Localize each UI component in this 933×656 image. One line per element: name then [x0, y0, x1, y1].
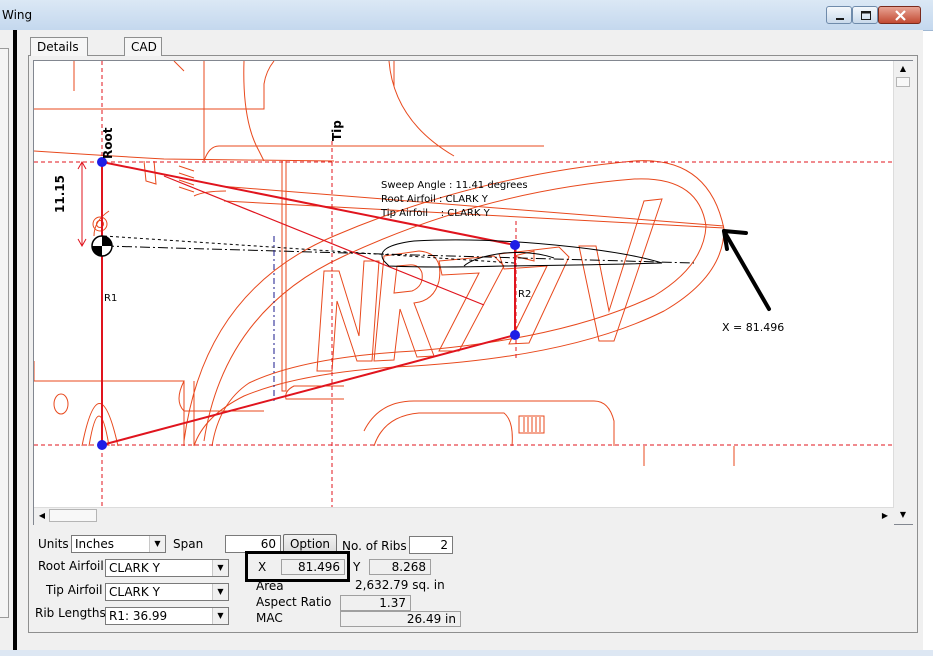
cad-canvas[interactable]: Root Tip 11.15 R1 R2 Sweep Angle : 11.41… — [34, 61, 892, 507]
tab-details[interactable]: Details — [30, 37, 88, 56]
scroll-down-arrow[interactable]: ▼ — [895, 507, 911, 523]
rib-point-tip-te[interactable] — [510, 330, 520, 340]
y-label: Y — [353, 560, 361, 574]
tip-airfoil-value: CLARK Y — [109, 585, 160, 599]
rib2-label: R2 — [518, 289, 531, 300]
rib-lengths-select[interactable]: R1: 36.99 ▼ — [105, 607, 229, 625]
minimize-icon — [836, 18, 844, 20]
root-airfoil-value: CLARK Y — [109, 561, 160, 575]
root-chord-dim-label: 11.15 — [53, 175, 67, 213]
vertical-scroll-thumb[interactable] — [896, 77, 910, 87]
root-label: Root — [101, 127, 115, 159]
y-value-field: 8.268 — [369, 559, 431, 575]
aspect-ratio-value: 1.37 — [340, 595, 411, 611]
airfoil-profile — [381, 239, 663, 268]
close-button[interactable] — [878, 6, 921, 24]
info-sweep: Sweep Angle : 11.41 degrees — [381, 180, 528, 191]
chevron-down-icon[interactable]: ▼ — [212, 584, 228, 600]
x-value-highlight — [245, 551, 350, 582]
x-annotation-arrow — [722, 229, 771, 311]
rib-lengths-label: Rib Lengths — [35, 606, 106, 620]
close-icon — [895, 10, 906, 21]
scroll-up-arrow[interactable]: ▲ — [895, 61, 911, 77]
rib-lengths-value: R1: 36.99 — [109, 609, 168, 623]
root-airfoil-select[interactable]: CLARK Y ▼ — [105, 559, 229, 577]
minimize-button[interactable] — [826, 6, 852, 24]
window-bottom-edge — [0, 650, 933, 656]
scroll-right-arrow[interactable]: ▶ — [877, 508, 893, 524]
title-bar — [0, 0, 933, 31]
units-label: Units — [38, 537, 69, 551]
horizontal-scrollbar[interactable]: ◀ ▶ — [34, 507, 894, 525]
ribs-label: No. of Ribs — [342, 539, 407, 553]
rib-point-root-te[interactable] — [97, 440, 107, 450]
info-root-airfoil: Root Airfoil : CLARK Y — [381, 194, 489, 205]
units-value: Inches — [75, 537, 114, 551]
tip-airfoil-label: Tip Airfoil — [46, 583, 103, 597]
chevron-down-icon[interactable]: ▼ — [212, 560, 228, 576]
chord-centerline — [103, 245, 695, 264]
tip-airfoil-select[interactable]: CLARK Y ▼ — [105, 583, 229, 601]
info-tip-airfoil: Tip Airfoil : CLARK Y — [380, 208, 491, 219]
root-airfoil-label: Root Airfoil — [38, 559, 104, 573]
mac-label: MAC — [256, 611, 283, 625]
cg-marker — [91, 235, 113, 257]
root-chord-dimension — [77, 160, 87, 248]
aspect-ratio-label: Aspect Ratio — [256, 595, 332, 609]
x-annotation-label: X = 81.496 — [722, 321, 784, 334]
maximize-button[interactable] — [852, 6, 878, 24]
left-pane-frame — [0, 48, 9, 618]
scroll-left-arrow[interactable]: ◀ — [34, 508, 50, 524]
span-label: Span — [173, 537, 204, 551]
mac-value: 26.49 in — [340, 611, 461, 627]
rib-point-tip-le[interactable] — [510, 240, 520, 250]
window-title: Wing — [2, 8, 33, 22]
maximize-icon — [861, 11, 871, 20]
tip-label: Tip — [330, 120, 344, 141]
units-select[interactable]: Inches ▼ — [71, 535, 166, 553]
guide-lines — [34, 61, 892, 507]
tab-cad[interactable]: CAD — [124, 37, 162, 56]
horizontal-scroll-thumb[interactable] — [49, 509, 97, 522]
area-label: Area — [256, 579, 284, 593]
chevron-down-icon[interactable]: ▼ — [149, 536, 165, 552]
area-value: 2,632.79 sq. in — [355, 578, 445, 592]
vertical-scrollbar[interactable]: ▲ ▼ — [893, 61, 913, 524]
ribs-input[interactable]: 2 — [409, 536, 453, 554]
chevron-down-icon[interactable]: ▼ — [212, 608, 228, 624]
rib1-label: R1 — [104, 293, 117, 304]
